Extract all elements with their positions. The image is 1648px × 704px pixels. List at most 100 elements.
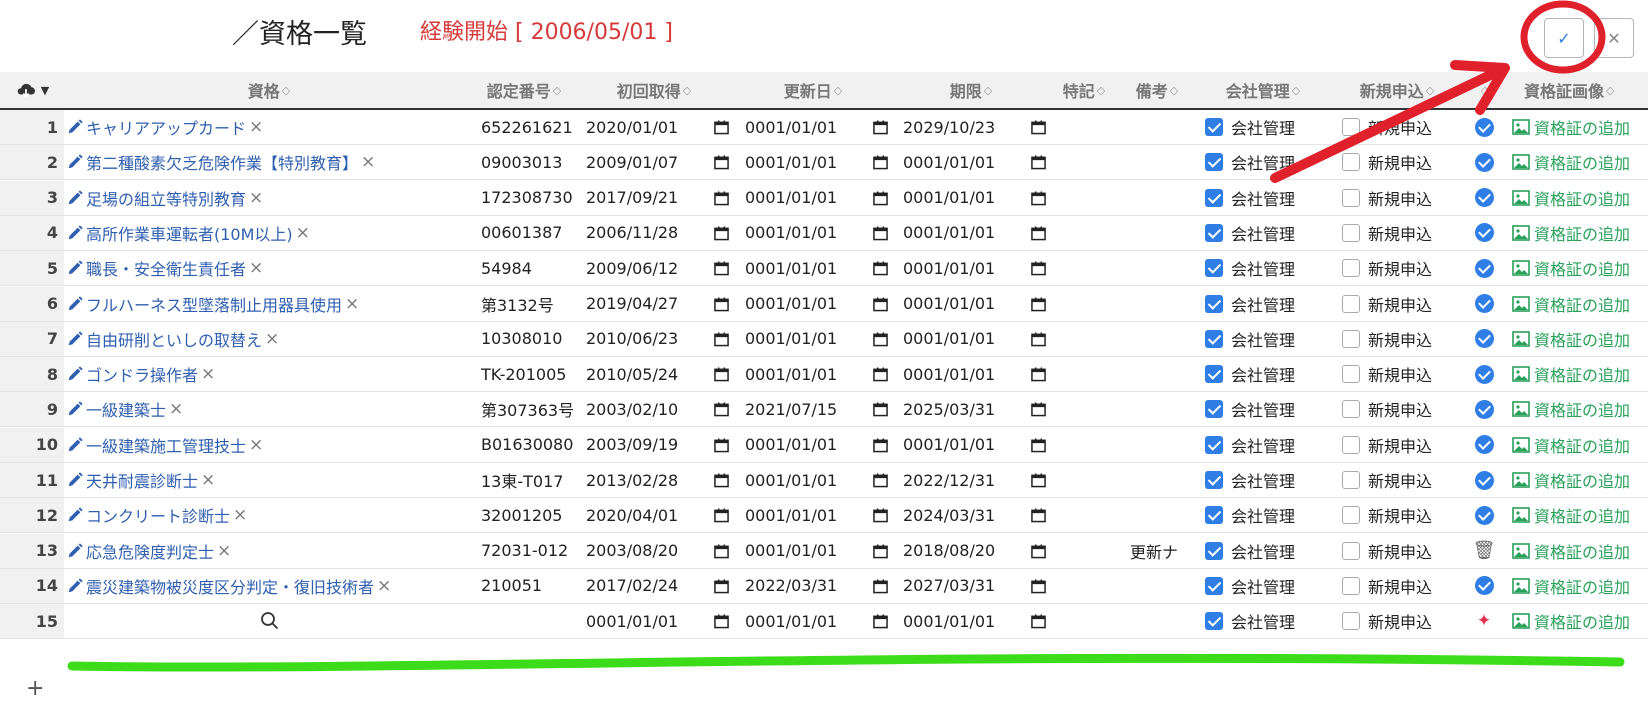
first-date-cell[interactable]: 2003/08/20 — [586, 534, 734, 568]
add-image-button[interactable]: 資格証の追加 — [1512, 392, 1648, 426]
add-row-button[interactable]: + — [26, 676, 44, 701]
add-image-button[interactable]: 資格証の追加 — [1512, 428, 1648, 462]
first-date[interactable]: 2003/09/19 — [586, 435, 714, 454]
add-image-button[interactable]: 資格証の追加 — [1512, 181, 1648, 215]
new-application[interactable]: 新規申込 — [1342, 216, 1464, 250]
renew-date[interactable]: 0001/01/01 — [745, 188, 873, 207]
col-header-new[interactable]: 新規申込 ◇ — [1330, 72, 1464, 108]
status-cell[interactable] — [1464, 392, 1504, 426]
new-checkbox[interactable] — [1342, 471, 1360, 489]
cert-number[interactable]: 652261621 — [481, 110, 574, 144]
expire-date[interactable]: 2024/03/31 — [903, 506, 1031, 525]
calendar-icon[interactable] — [873, 578, 888, 594]
new-checkbox[interactable] — [1342, 365, 1360, 384]
expire-date[interactable]: 0001/01/01 — [903, 294, 1031, 313]
first-date-cell[interactable]: 2020/04/01 — [586, 498, 734, 532]
cert-number[interactable]: 第3132号 — [481, 287, 574, 321]
expire-date-cell[interactable]: 0001/01/01 — [903, 357, 1050, 391]
new-application[interactable]: 新規申込 — [1342, 181, 1464, 215]
renew-date-cell[interactable]: 0001/01/01 — [745, 463, 892, 497]
company-managed[interactable]: 会社管理 — [1205, 357, 1330, 391]
col-header-status[interactable]: ◇ — [1464, 72, 1504, 108]
calendar-icon[interactable] — [1031, 190, 1046, 206]
first-date[interactable]: 2010/06/23 — [586, 329, 714, 348]
remove-icon[interactable]: × — [217, 541, 231, 561]
special-cell[interactable] — [1050, 498, 1118, 532]
renew-date-cell[interactable]: 0001/01/01 — [745, 498, 892, 532]
expire-date-cell[interactable]: 0001/01/01 — [903, 181, 1050, 215]
expire-date[interactable]: 0001/01/01 — [903, 153, 1031, 172]
add-image-button[interactable]: 資格証の追加 — [1512, 357, 1648, 391]
status-check-icon[interactable] — [1474, 399, 1494, 419]
special-cell[interactable] — [1050, 322, 1118, 356]
calendar-icon[interactable] — [1031, 472, 1046, 488]
special-cell[interactable] — [1050, 216, 1118, 250]
cert-number[interactable]: 00601387 — [481, 216, 574, 250]
qualification-link[interactable]: 震災建築物被災度区分判定・復旧技術者 — [86, 574, 374, 598]
renew-date-cell[interactable]: 0001/01/01 — [745, 110, 892, 144]
add-image-button[interactable]: 資格証の追加 — [1512, 569, 1648, 603]
remove-icon[interactable]: × — [233, 505, 247, 525]
calendar-icon[interactable] — [714, 401, 729, 417]
col-header-special[interactable]: 特記 ◇ — [1050, 72, 1118, 108]
expire-date-cell[interactable]: 2027/03/31 — [903, 569, 1050, 603]
company-managed[interactable]: 会社管理 — [1205, 216, 1330, 250]
new-application[interactable]: 新規申込 — [1342, 110, 1464, 144]
search-icon[interactable] — [260, 611, 280, 631]
status-cell[interactable] — [1464, 145, 1504, 179]
cert-number[interactable]: 13東-T017 — [481, 463, 574, 497]
sparkle-icon[interactable]: ✦ — [1477, 611, 1491, 631]
new-checkbox[interactable] — [1342, 506, 1360, 525]
add-image-button[interactable]: 資格証の追加 — [1512, 604, 1648, 638]
calendar-icon[interactable] — [1031, 154, 1046, 170]
calendar-icon[interactable] — [873, 366, 888, 382]
remove-icon[interactable]: × — [249, 117, 263, 137]
new-checkbox[interactable] — [1342, 294, 1360, 313]
calendar-icon[interactable] — [714, 260, 729, 276]
company-checkbox[interactable] — [1205, 435, 1223, 454]
special-cell[interactable] — [1050, 392, 1118, 426]
company-checkbox[interactable] — [1205, 612, 1223, 631]
renew-date-cell[interactable]: 2021/07/15 — [745, 392, 892, 426]
qualification-cell[interactable]: 足場の組立等特別教育 × — [66, 181, 474, 215]
status-check-icon[interactable] — [1474, 188, 1494, 208]
expire-date-cell[interactable]: 2022/12/31 — [903, 463, 1050, 497]
renew-date[interactable]: 0001/01/01 — [745, 118, 873, 137]
company-checkbox[interactable] — [1205, 329, 1223, 348]
status-check-icon[interactable] — [1474, 329, 1494, 349]
table-menu[interactable]: ▼ — [0, 72, 64, 108]
qualification-link[interactable]: キャリアアップカード — [86, 115, 246, 139]
company-checkbox[interactable] — [1205, 541, 1223, 560]
status-check-icon[interactable] — [1474, 117, 1494, 137]
calendar-icon[interactable] — [714, 119, 729, 135]
first-date-cell[interactable]: 2006/11/28 — [586, 216, 734, 250]
remove-icon[interactable]: × — [249, 258, 263, 278]
first-date[interactable]: 2013/02/28 — [586, 471, 714, 490]
remarks-cell[interactable] — [1130, 145, 1196, 179]
remarks-cell[interactable] — [1130, 604, 1196, 638]
new-checkbox[interactable] — [1342, 329, 1360, 348]
first-date[interactable]: 2020/04/01 — [586, 506, 714, 525]
company-managed[interactable]: 会社管理 — [1205, 145, 1330, 179]
first-date-cell[interactable]: 2010/06/23 — [586, 322, 734, 356]
special-cell[interactable] — [1050, 463, 1118, 497]
renew-date[interactable]: 0001/01/01 — [745, 365, 873, 384]
new-application[interactable]: 新規申込 — [1342, 534, 1464, 568]
first-date-cell[interactable]: 2010/05/24 — [586, 357, 734, 391]
qualification-cell[interactable]: 震災建築物被災度区分判定・復旧技術者 × — [66, 569, 474, 603]
company-managed[interactable]: 会社管理 — [1205, 463, 1330, 497]
new-checkbox[interactable] — [1342, 153, 1360, 172]
cert-number[interactable]: 09003013 — [481, 145, 574, 179]
status-cell[interactable] — [1464, 251, 1504, 285]
qualification-link[interactable]: 応急危険度判定士 — [86, 539, 214, 563]
first-date-cell[interactable]: 2017/09/21 — [586, 181, 734, 215]
expire-date[interactable]: 0001/01/01 — [903, 259, 1031, 278]
company-checkbox[interactable] — [1205, 259, 1223, 278]
remove-icon[interactable]: × — [201, 364, 215, 384]
calendar-icon[interactable] — [873, 154, 888, 170]
calendar-icon[interactable] — [873, 543, 888, 559]
col-header-image[interactable]: 資格証画像 ◇ — [1504, 72, 1648, 108]
remarks-cell[interactable] — [1130, 498, 1196, 532]
calendar-icon[interactable] — [1031, 331, 1046, 347]
company-managed[interactable]: 会社管理 — [1205, 181, 1330, 215]
